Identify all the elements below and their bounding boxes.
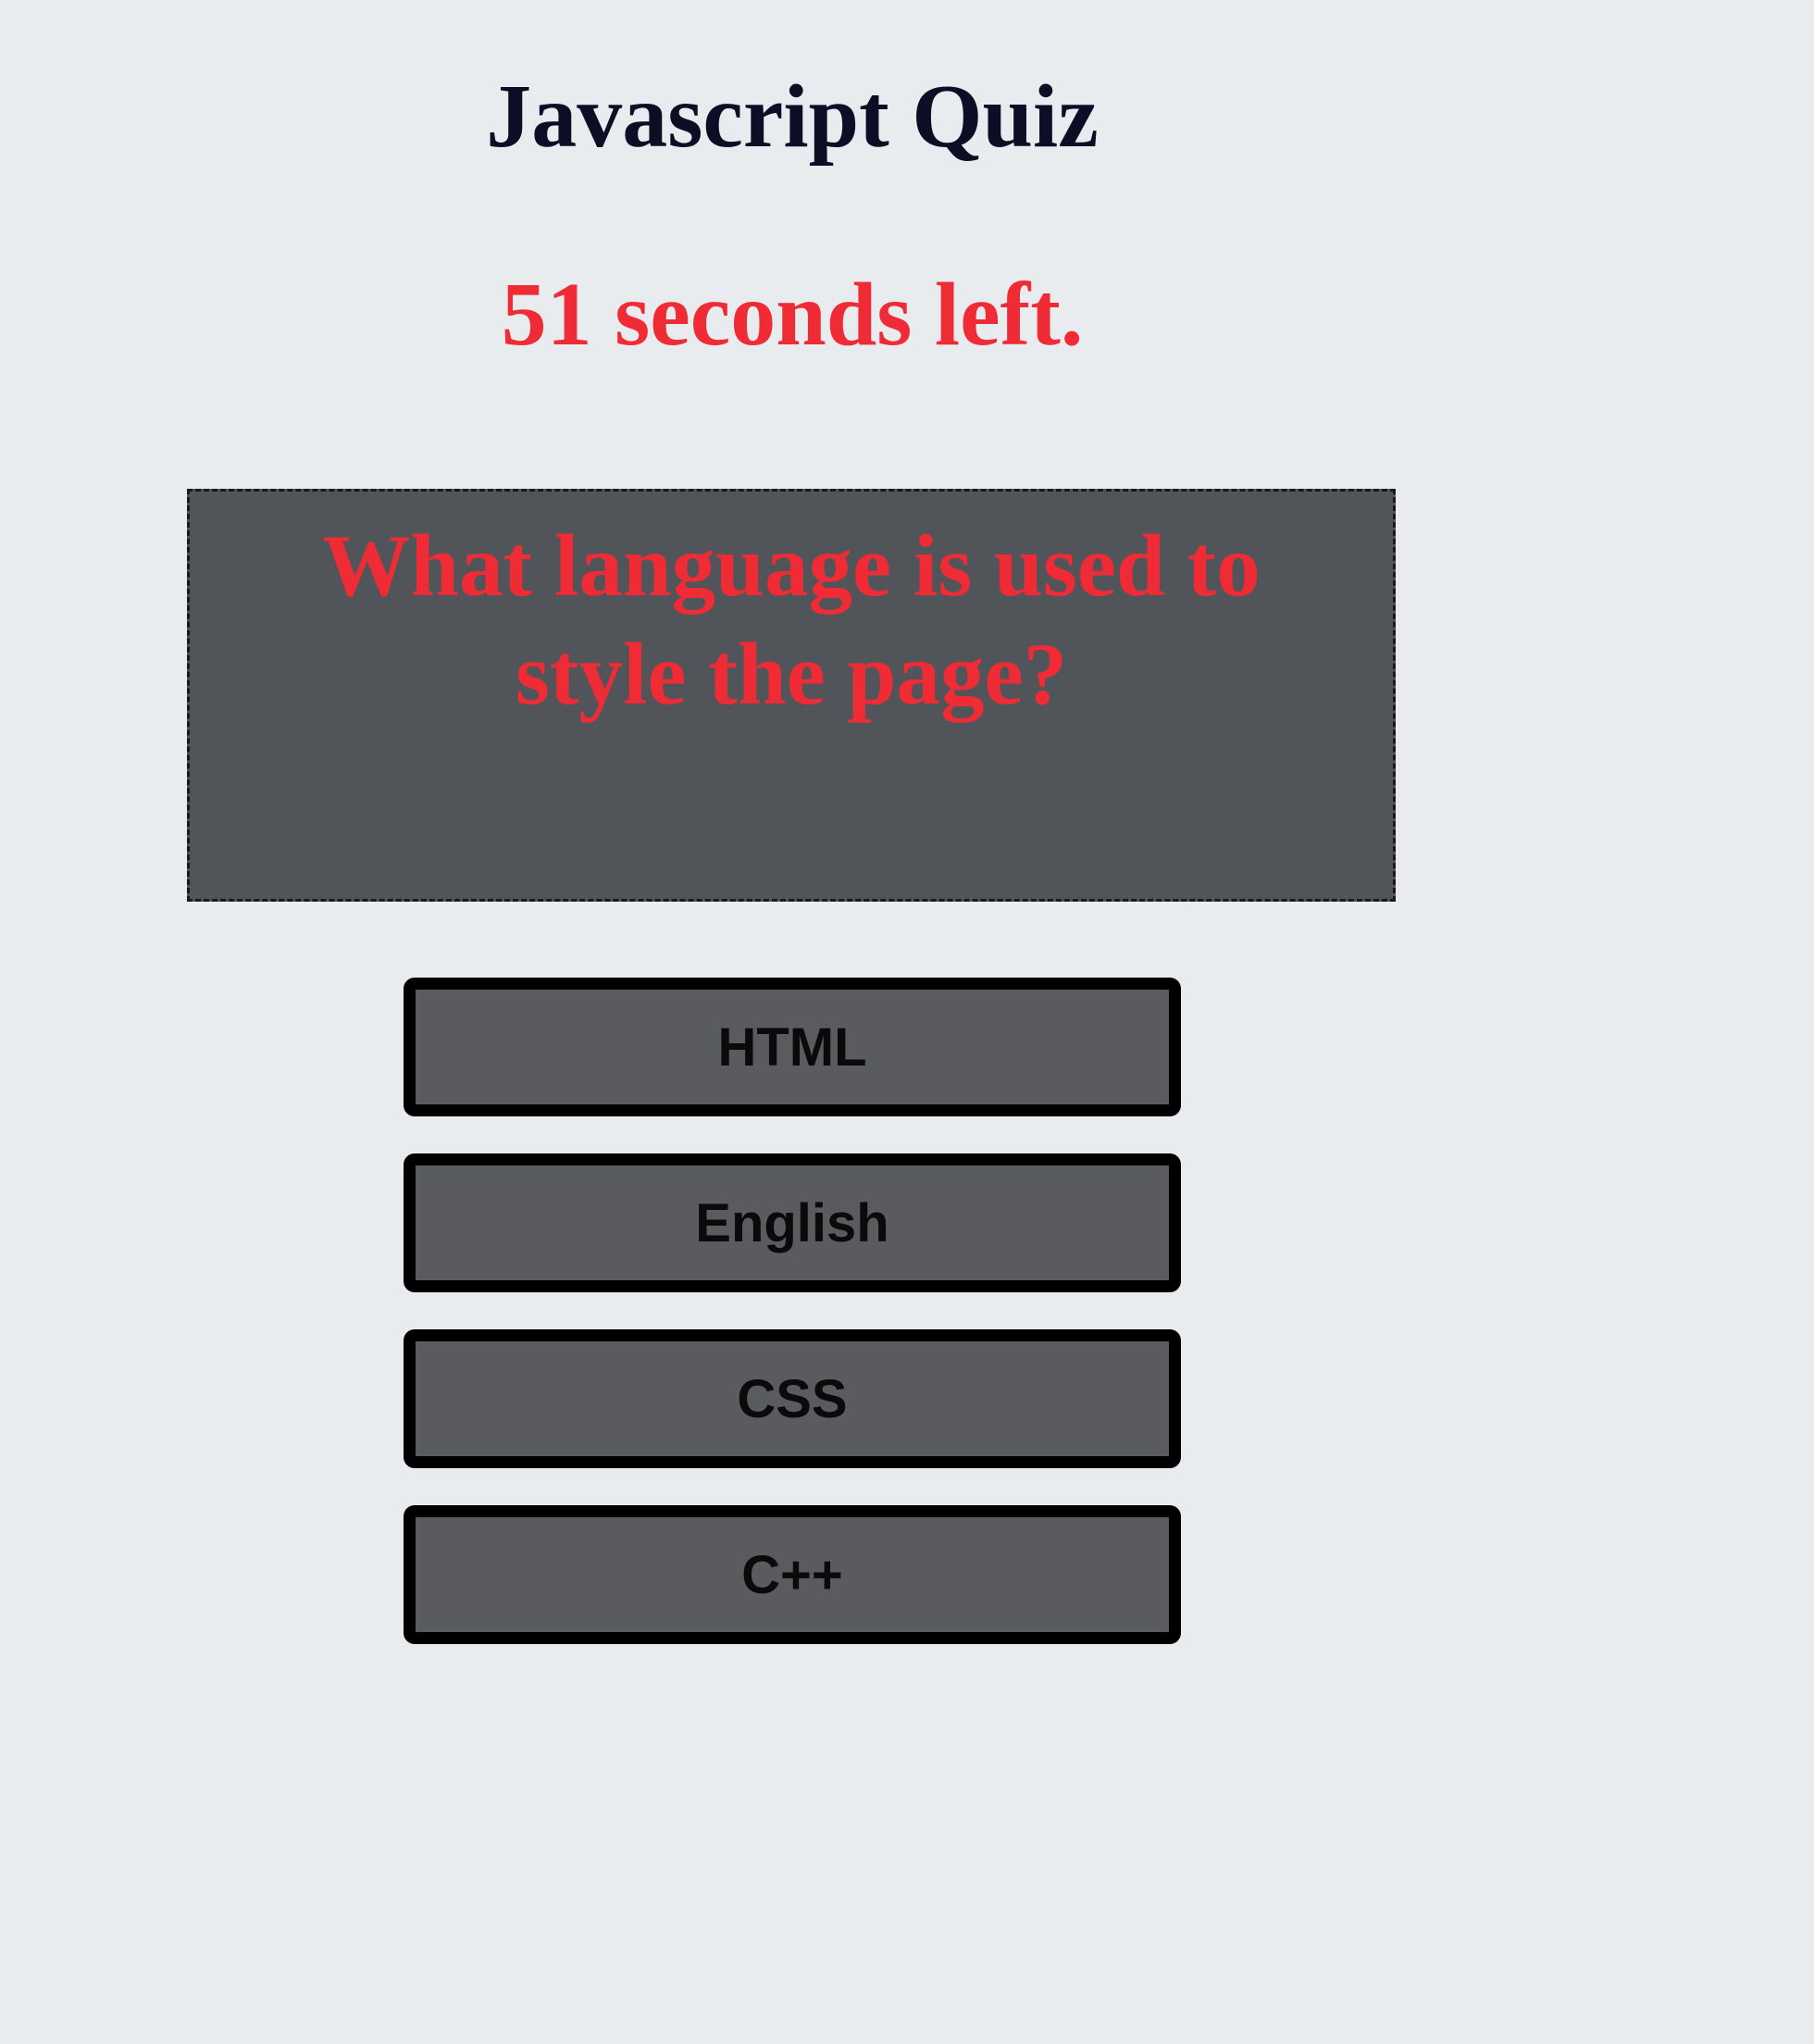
answer-label: C++ <box>741 1544 843 1605</box>
quiz-title: Javascript Quiz <box>486 67 1099 167</box>
answer-button-css[interactable]: CSS <box>404 1329 1181 1468</box>
question-box: What language is used to style the page? <box>187 489 1396 902</box>
question-text: What language is used to style the page? <box>322 517 1261 723</box>
answer-button-english[interactable]: English <box>404 1153 1181 1292</box>
countdown-timer: 51 seconds left. <box>501 265 1084 365</box>
answer-button-cpp[interactable]: C++ <box>404 1505 1181 1644</box>
answer-label: English <box>695 1192 889 1253</box>
answer-label: HTML <box>717 1016 867 1078</box>
answer-button-html[interactable]: HTML <box>404 978 1181 1116</box>
answer-label: CSS <box>737 1368 848 1429</box>
